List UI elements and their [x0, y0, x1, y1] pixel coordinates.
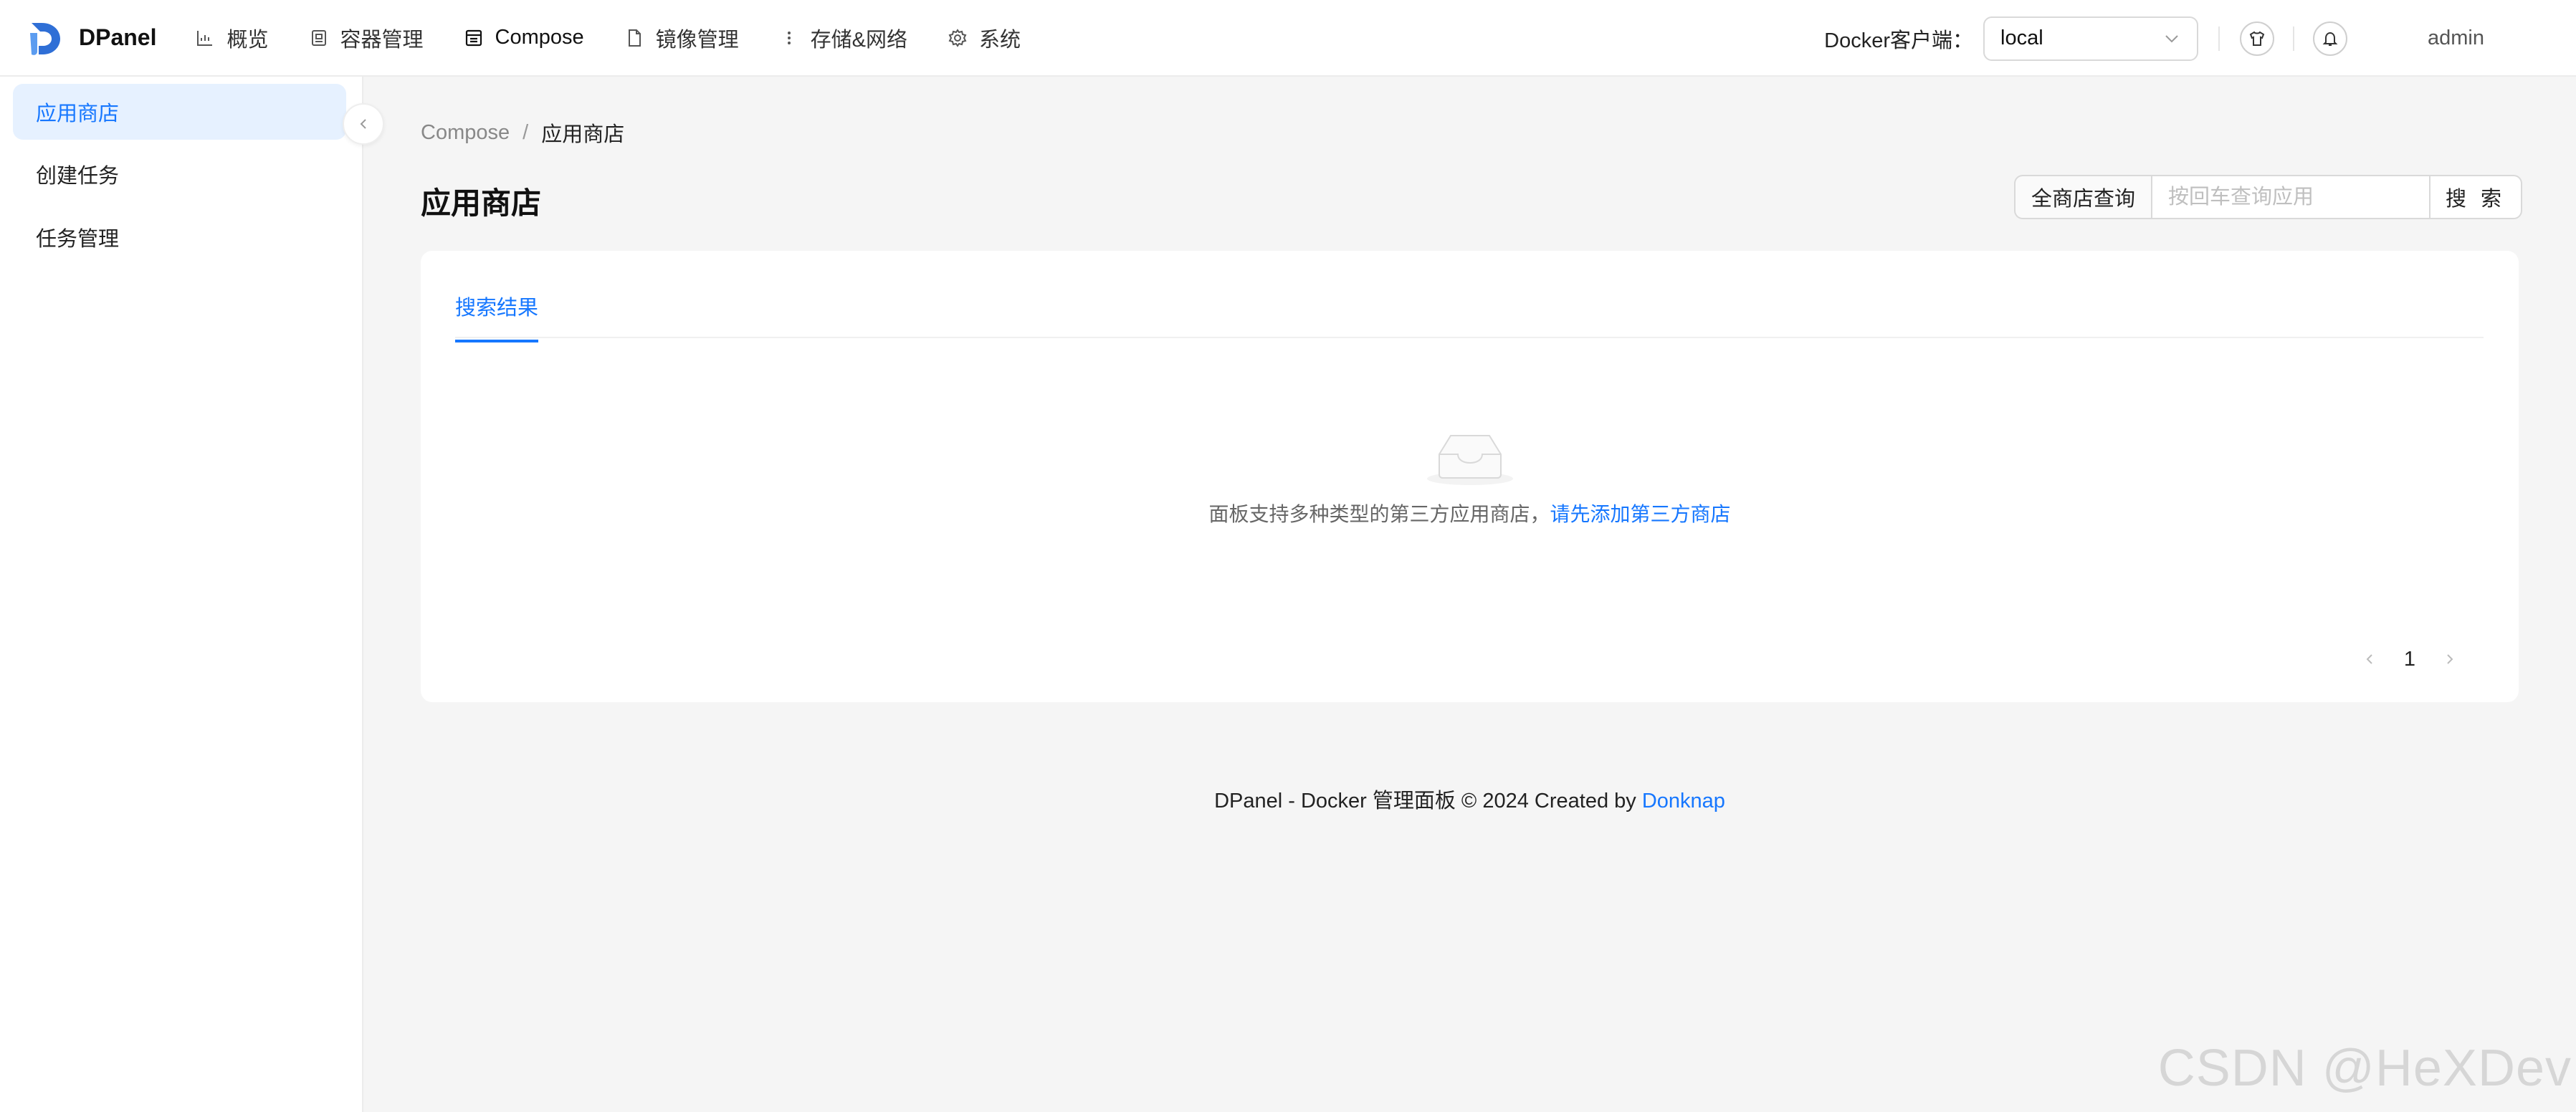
tabs: 搜索结果: [455, 251, 2484, 342]
docker-client-select[interactable]: local: [1983, 16, 2198, 61]
sidebar-item-label: 任务管理: [36, 228, 120, 251]
sidebar-item-label: 应用商店: [36, 102, 120, 125]
bell-icon: [2322, 32, 2338, 46]
watermark: CSDN @HeXDev: [2157, 1040, 2572, 1097]
empty-inbox-icon: [1426, 435, 1513, 485]
shirt-icon: [2249, 31, 2265, 46]
pagination: 1: [2352, 642, 2467, 676]
docker-client-value: local: [2000, 27, 2043, 49]
breadcrumb: Compose / 应用商店: [421, 118, 624, 148]
container-icon: [311, 29, 326, 46]
sidebar-item-task-management[interactable]: 任务管理: [13, 209, 346, 265]
dpanel-logo-icon: [30, 22, 60, 55]
file-icon: [628, 29, 641, 47]
page-title: 应用商店: [421, 186, 542, 220]
chevron-left-icon: [2366, 654, 2372, 664]
nav-item-label: 概览: [226, 28, 269, 52]
nav-item-label: 镜像管理: [655, 28, 739, 52]
nav-item-label: 系统: [979, 28, 1021, 52]
sidebar-item-app-store[interactable]: 应用商店: [13, 84, 346, 140]
breadcrumb-separator: /: [523, 120, 529, 144]
next-page-button[interactable]: [2433, 642, 2467, 676]
empty-description: 面板支持多种类型的第三方应用商店，: [1208, 503, 1550, 525]
footer: DPanel - Docker 管理面板 © 2024 Created by D…: [363, 784, 2576, 814]
chevron-left-icon: [360, 119, 366, 129]
search-input[interactable]: [2151, 175, 2431, 219]
app-logo[interactable]: DPanel: [26, 19, 156, 57]
user-menu[interactable]: admin: [2428, 27, 2484, 50]
results-card: 搜索结果 面板支持多种类型的第三方应用商店，请先添加第三方商店 1: [421, 251, 2519, 702]
chevron-down-icon: [2165, 34, 2178, 42]
chevron-right-icon: [2447, 654, 2453, 664]
nav-item-overview[interactable]: 概览: [175, 0, 288, 75]
nav-item-system[interactable]: 系统: [927, 0, 1041, 75]
nav-item-storage-network[interactable]: 存储&网络: [759, 0, 927, 75]
nav-item-label: Compose: [495, 26, 584, 49]
nav-item-images[interactable]: 镜像管理: [604, 0, 759, 75]
main-nav: 概览 容器管理 Compose 镜像管理 存储&网络 系统: [175, 0, 1041, 75]
app-name: DPanel: [79, 24, 157, 50]
nav-item-compose[interactable]: Compose: [444, 0, 604, 75]
header-divider: [2293, 26, 2294, 51]
add-third-party-store-link[interactable]: 请先添加第三方商店: [1550, 503, 1731, 525]
header-divider: [2218, 26, 2220, 51]
prev-page-button[interactable]: [2352, 642, 2387, 676]
notification-button[interactable]: [2313, 21, 2347, 56]
gear-icon: [948, 28, 967, 47]
empty-state: 面板支持多种类型的第三方应用商店，请先添加第三方商店: [421, 426, 2519, 527]
top-header: DPanel 概览 容器管理 Compose 镜像管理 存储&网络 系统 Doc…: [0, 0, 2576, 77]
store-search: 全商店查询 搜 索: [2014, 175, 2523, 219]
header-right: Docker客户端： local admin: [1824, 0, 2576, 77]
sidebar: 应用商店 创建任务 任务管理: [0, 77, 363, 1112]
theme-button[interactable]: [2240, 21, 2274, 56]
page-number[interactable]: 1: [2387, 648, 2433, 671]
nav-item-containers[interactable]: 容器管理: [289, 0, 444, 75]
chart-icon: [197, 30, 213, 46]
nav-item-label: 存储&网络: [810, 28, 907, 52]
more-vertical-icon: [787, 31, 791, 44]
breadcrumb-current: 应用商店: [541, 123, 625, 146]
breadcrumb-link-compose[interactable]: Compose: [421, 121, 510, 145]
sidebar-item-create-task[interactable]: 创建任务: [13, 146, 346, 202]
sidebar-collapse-button[interactable]: [343, 103, 384, 145]
docker-client-label: Docker客户端：: [1824, 29, 1973, 52]
nav-item-label: 容器管理: [340, 28, 424, 52]
compose-icon: [465, 29, 482, 46]
footer-text: DPanel - Docker 管理面板 © 2024 Created by: [1214, 790, 1642, 813]
footer-author-link[interactable]: Donknap: [1642, 790, 1725, 813]
tab-search-results[interactable]: 搜索结果: [455, 291, 539, 342]
search-button[interactable]: 搜 索: [2430, 175, 2523, 219]
empty-message: 面板支持多种类型的第三方应用商店，请先添加第三方商店: [421, 499, 2519, 527]
sidebar-item-label: 创建任务: [36, 165, 120, 188]
search-scope-addon: 全商店查询: [2014, 175, 2152, 219]
